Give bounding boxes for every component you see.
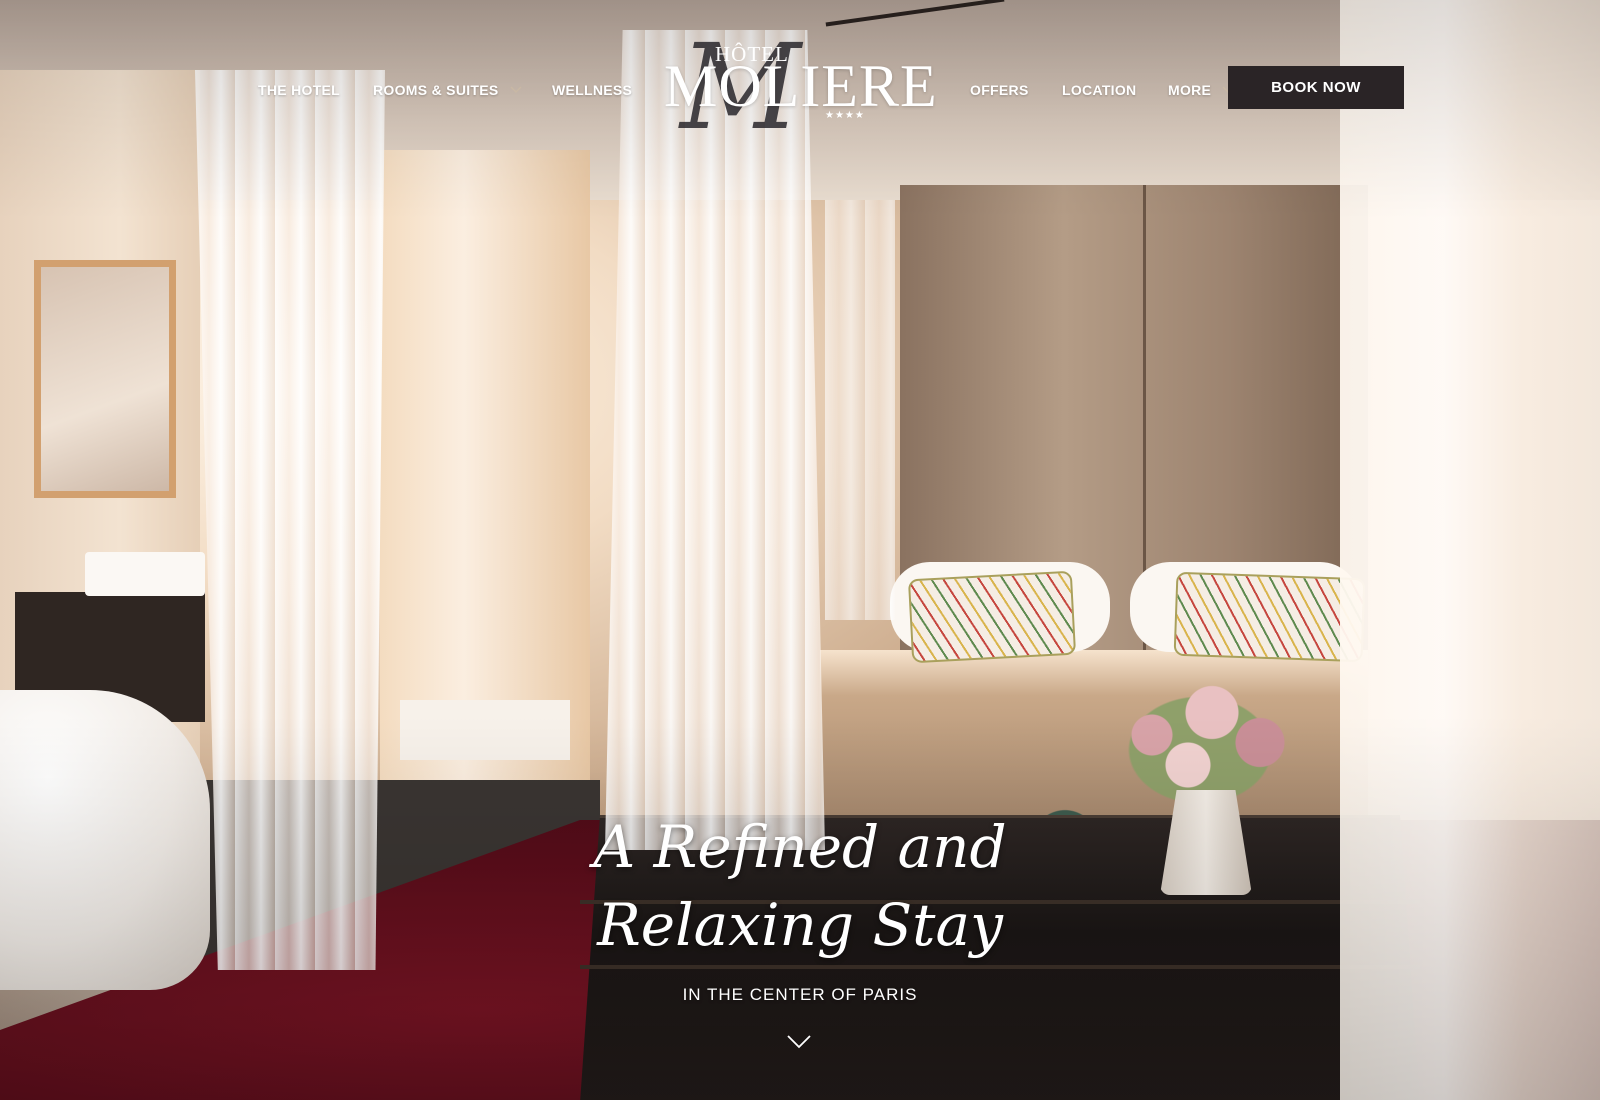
nav-item-wellness[interactable]: WELLNESS bbox=[552, 82, 632, 98]
nav-item-the-hotel[interactable]: THE HOTEL bbox=[258, 82, 340, 98]
nav-item-more[interactable]: MORE bbox=[1168, 82, 1235, 98]
hero-subheadline: IN THE CENTER OF PARIS bbox=[682, 985, 918, 1004]
hotel-logo[interactable]: M HÔTEL MOLIERE ★★★★ bbox=[660, 28, 937, 146]
logo-stars: ★★★★ bbox=[825, 110, 865, 121]
nav-item-label: WELLNESS bbox=[552, 82, 633, 98]
hero-headline: A Refined and Relaxing Stay bbox=[593, 813, 1007, 959]
hero-section: THE HOTEL ROOMS & SUITES WELLNESS M HÔTE… bbox=[0, 0, 1600, 1100]
nav-item-location[interactable]: LOCATION bbox=[1062, 82, 1136, 98]
nav-item-label: LOCATION bbox=[1062, 82, 1137, 98]
nav-item-label: ROOMS & SUITES bbox=[373, 82, 499, 98]
chevron-down-icon[interactable] bbox=[786, 1034, 812, 1050]
logo-name: MOLIERE bbox=[664, 53, 938, 119]
nav-item-label: MORE bbox=[1168, 82, 1212, 98]
book-now-button[interactable]: BOOK NOW bbox=[1228, 66, 1404, 109]
chevron-down-icon bbox=[509, 83, 523, 97]
nav-item-offers[interactable]: OFFERS bbox=[970, 82, 1029, 98]
main-navigation: THE HOTEL ROOMS & SUITES WELLNESS M HÔTE… bbox=[0, 0, 1600, 180]
nav-item-label: THE HOTEL bbox=[258, 82, 341, 98]
nav-item-rooms-suites[interactable]: ROOMS & SUITES bbox=[373, 82, 523, 98]
nav-item-label: OFFERS bbox=[970, 82, 1029, 98]
